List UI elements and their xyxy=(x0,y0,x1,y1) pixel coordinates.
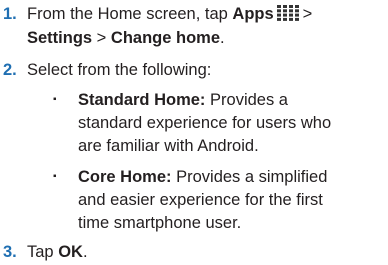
step-1-prefix: From the Home screen, tap xyxy=(27,5,233,23)
step-3-prefix: Tap xyxy=(27,243,59,261)
option-1-line-1-text: Provides a xyxy=(205,91,288,109)
apps-grid-dot xyxy=(276,9,281,13)
apps-grid-dot xyxy=(294,13,299,17)
option-1-line-3: are familiar with Android. xyxy=(78,137,259,155)
apps-grid-dot xyxy=(282,17,287,21)
apps-label: Apps xyxy=(232,5,274,23)
apps-grid-dot xyxy=(282,13,287,17)
bullet-icon: ▪ xyxy=(53,94,57,105)
step-3-period: . xyxy=(82,243,88,261)
apps-grid-dot xyxy=(276,5,281,8)
apps-grid-dot xyxy=(288,13,293,17)
ok-label: OK xyxy=(58,243,83,261)
option-2-line-1-text: Provides a simplified xyxy=(171,168,328,186)
step-1-line-2: Settings > Change home. xyxy=(27,26,225,50)
option-2-line-1: Core Home: Provides a simplified xyxy=(78,165,327,189)
option-2-line-3: time smartphone user. xyxy=(78,214,242,232)
apps-grid-dot xyxy=(282,5,287,8)
apps-grid-dot xyxy=(282,9,287,13)
apps-grid-dot xyxy=(288,9,293,13)
apps-grid-dot xyxy=(294,5,299,8)
apps-grid-dot xyxy=(294,17,299,21)
apps-grid-dot xyxy=(288,17,293,21)
step-2-number: 2. xyxy=(3,61,17,79)
option-1-line-1: Standard Home: Provides a xyxy=(78,88,288,112)
option-1-line-2: standard experience for users who xyxy=(78,114,332,132)
gt-separator-1: > xyxy=(302,5,313,23)
step-1-number: 1. xyxy=(3,5,17,23)
apps-grid-dot xyxy=(276,17,281,21)
apps-grid-dot xyxy=(294,9,299,13)
gt-separator-2: > xyxy=(92,29,111,47)
step-1-period: . xyxy=(220,29,225,47)
step-3-text: Tap OK. xyxy=(27,240,88,264)
apps-grid-dot xyxy=(288,5,293,8)
step-3-number: 3. xyxy=(3,243,17,261)
bullet-icon: ▪ xyxy=(53,171,57,182)
option-2-title: Core Home: xyxy=(78,168,172,186)
option-2-line-2: and easier experience for the first xyxy=(78,191,323,209)
step-1-line-1: From the Home screen, tap Apps > xyxy=(27,2,312,26)
option-1-title: Standard Home: xyxy=(78,91,206,109)
apps-grid-dot xyxy=(276,13,281,17)
apps-grid-icon xyxy=(275,4,301,22)
settings-label: Settings xyxy=(27,29,93,47)
change-home-label: Change home xyxy=(110,29,221,47)
step-2-text: Select from the following: xyxy=(27,61,212,79)
